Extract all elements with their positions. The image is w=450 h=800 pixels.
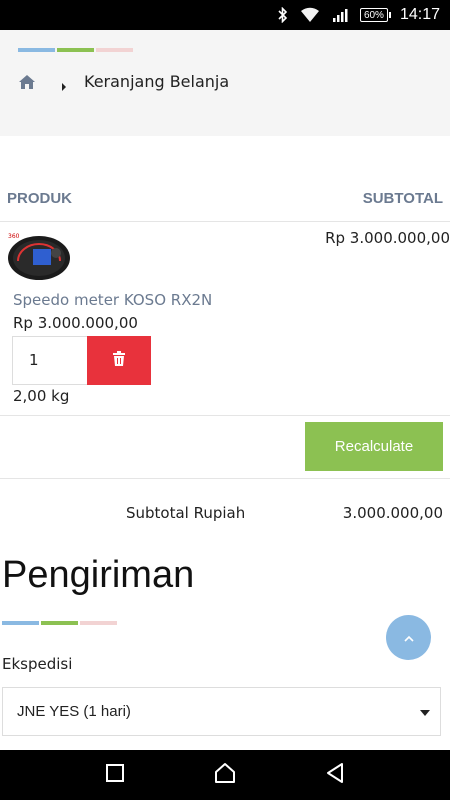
subtotal-value: 3.000.000,00 — [342, 504, 443, 522]
home-icon[interactable] — [18, 74, 36, 90]
product-image[interactable]: 360 — [6, 231, 72, 285]
breadcrumb-current: Keranjang Belanja — [84, 72, 230, 91]
caret-down-icon — [420, 710, 430, 716]
shipping-title: Pengiriman — [2, 554, 195, 596]
product-weight: 2,00 kg — [13, 387, 70, 405]
svg-text:360: 360 — [8, 233, 20, 240]
courier-label: Ekspedisi — [2, 655, 73, 673]
wifi-icon — [300, 7, 320, 23]
subtotal-label: Subtotal Rupiah — [126, 504, 246, 522]
back-icon[interactable] — [325, 762, 345, 788]
delete-item-button[interactable] — [87, 336, 151, 385]
signal-icon — [332, 7, 348, 23]
recalculate-button[interactable]: Recalculate — [305, 422, 443, 471]
bluetooth-icon — [278, 7, 288, 23]
status-time: 14:17 — [399, 6, 440, 23]
divider — [0, 415, 450, 416]
divider — [0, 478, 450, 479]
home-nav-icon[interactable] — [214, 762, 236, 788]
recent-apps-icon[interactable] — [105, 763, 125, 787]
accent-divider — [18, 48, 133, 52]
courier-select[interactable]: JNE YES (1 hari) — [2, 687, 441, 736]
breadcrumb: Keranjang Belanja — [18, 72, 229, 91]
column-header-product: PRODUK — [7, 190, 73, 207]
battery-icon: 60% — [359, 8, 391, 22]
product-name-link[interactable]: Speedo meter KOSO RX2N — [13, 291, 212, 309]
chevron-up-icon — [403, 628, 415, 647]
system-nav-bar — [0, 750, 450, 800]
page-header: Keranjang Belanja — [0, 30, 450, 136]
accent-divider — [2, 621, 117, 625]
courier-selected-value: JNE YES (1 hari) — [17, 703, 131, 720]
status-bar: 60% 14:17 — [0, 0, 450, 30]
quantity-input[interactable]: 1 — [12, 336, 88, 385]
cart-table-header: PRODUK SUBTOTAL — [0, 190, 450, 222]
product-price: Rp 3.000.000,00 — [13, 314, 138, 332]
chevron-right-icon — [60, 77, 68, 91]
trash-icon — [112, 350, 126, 371]
row-subtotal: Rp 3.000.000,00 — [325, 229, 450, 247]
scroll-to-top-button[interactable] — [386, 615, 431, 660]
column-header-subtotal: SUBTOTAL — [362, 190, 443, 207]
